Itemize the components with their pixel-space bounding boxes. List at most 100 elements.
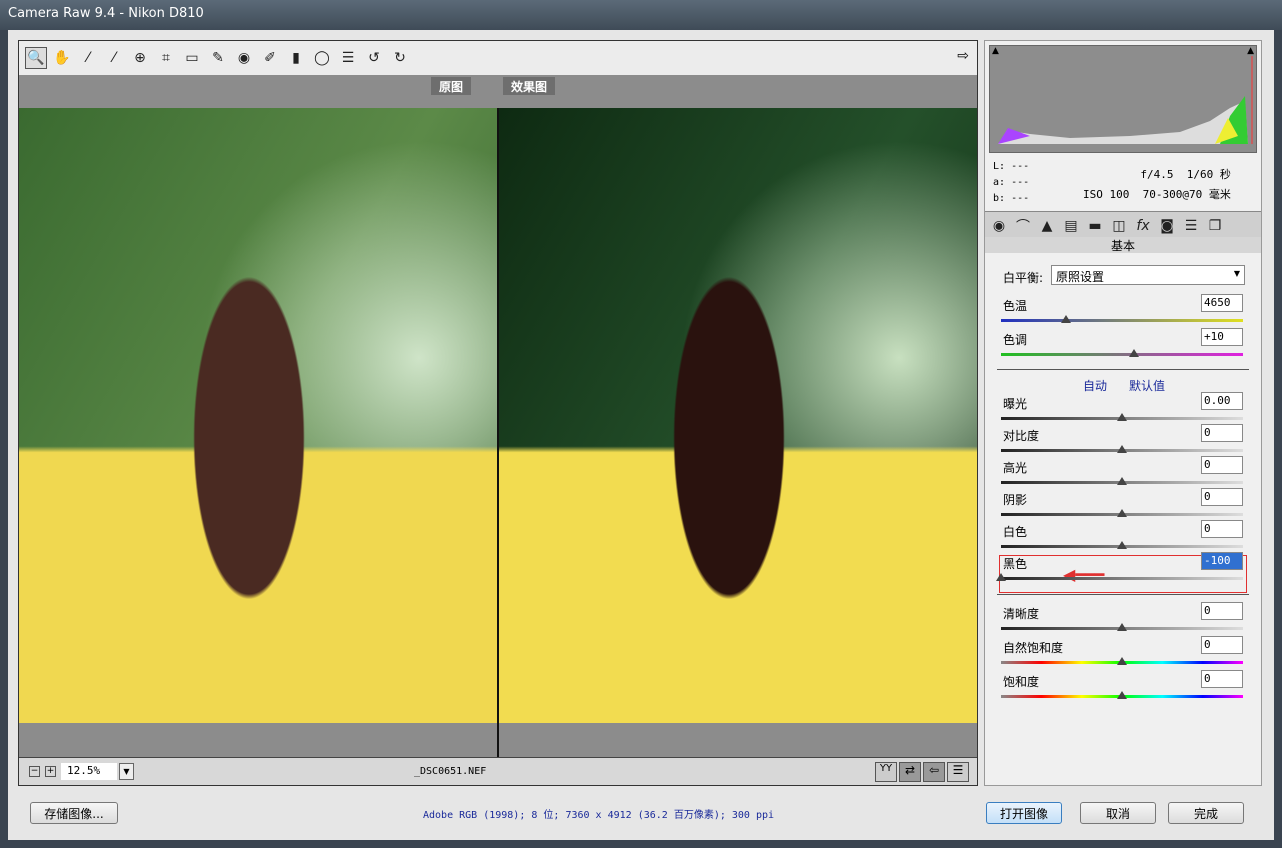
tab-snapshots-icon[interactable]: ❐ [1204, 215, 1226, 237]
slider-value-input[interactable]: 0.00 [1201, 392, 1243, 410]
targeted-adjust-icon[interactable]: ⊕ [129, 47, 151, 69]
save-image-button[interactable]: 存储图像... [30, 802, 118, 824]
slider-value-input[interactable]: 0 [1201, 602, 1243, 620]
slider-value-input[interactable]: 0 [1201, 636, 1243, 654]
slider-label: 白色 [1003, 525, 1028, 539]
slider-value-input[interactable]: 0 [1201, 670, 1243, 688]
slider-thumb[interactable] [1117, 509, 1127, 517]
tab-hsl-icon[interactable]: ▤ [1060, 215, 1082, 237]
tab-tone-curve-icon[interactable]: ⌒ [1012, 215, 1034, 237]
slider-value-input[interactable]: 0 [1201, 456, 1243, 474]
slider-track[interactable] [1001, 577, 1243, 580]
before-label: 原图 [431, 77, 472, 95]
wb-label: 白平衡: [1003, 271, 1044, 285]
rotate-right-icon[interactable]: ↻ [389, 47, 411, 69]
slider-value-input[interactable]: 4650 [1201, 294, 1243, 312]
slider-thumb[interactable] [1117, 445, 1127, 453]
slider-thumb[interactable] [1061, 315, 1072, 323]
after-label: 效果图 [503, 77, 556, 95]
slider-1: 色调 +10 [1001, 328, 1243, 361]
slider-value-input[interactable]: +10 [1201, 328, 1243, 346]
slider-thumb[interactable] [1117, 477, 1127, 485]
slider-label: 黑色 [1003, 557, 1028, 571]
highlight-clipping-icon[interactable]: ▲ [1247, 46, 1254, 56]
open-image-button[interactable]: 打开图像 [986, 802, 1062, 824]
straighten-icon[interactable]: ▭ [181, 47, 203, 69]
shadow-clipping-icon[interactable]: ▲ [992, 46, 999, 56]
zoom-icon[interactable]: 🔍 [25, 47, 47, 69]
rotate-left-icon[interactable]: ↺ [363, 47, 385, 69]
slider-value-input[interactable]: 0 [1201, 488, 1243, 506]
wb-dropdown[interactable]: 原照设置 ▼ [1051, 265, 1245, 285]
swap-icon[interactable]: ⇄ [899, 762, 921, 782]
lab-b-value: --- [1011, 193, 1030, 204]
slider-8: 清晰度 0 [1001, 602, 1243, 635]
tab-camera-calibration-icon[interactable]: ◙ [1156, 215, 1178, 237]
slider-3: 对比度 0 [1001, 424, 1243, 457]
filename: _DSC0651.NEF [414, 766, 487, 777]
hand-icon[interactable]: ✋ [51, 47, 73, 69]
lens: 70-300@70 毫米 [1142, 188, 1231, 201]
default-link[interactable]: 默认值 [1129, 377, 1165, 394]
before-image [19, 108, 497, 723]
red-eye-icon[interactable]: ◉ [233, 47, 255, 69]
slider-label: 对比度 [1003, 429, 1040, 443]
slider-thumb[interactable] [1117, 413, 1127, 421]
color-sampler-icon[interactable]: ⁄ [103, 47, 125, 69]
slider-value-input[interactable]: 0 [1201, 424, 1243, 442]
toggle-settings-icon[interactable]: ☰ [947, 762, 969, 782]
zoom-dropdown-icon[interactable]: ▼ [119, 763, 134, 780]
zoom-level[interactable]: 12.5% [61, 763, 117, 780]
status-bar: − + 12.5% ▼ _DSC0651.NEF YY ⇄ ⇦ ☰ [19, 757, 977, 785]
tab-effects-icon[interactable]: fx [1132, 215, 1154, 237]
histogram: ▲ ▲ [989, 45, 1257, 153]
slider-thumb[interactable] [1117, 691, 1127, 699]
slider-thumb[interactable] [1129, 349, 1140, 357]
tab-basic-icon[interactable]: ◉ [988, 215, 1010, 237]
panel-title: 基本 [985, 237, 1261, 253]
slider-thumb[interactable] [1117, 623, 1127, 631]
iso: ISO 100 [1083, 188, 1130, 201]
radial-filter-icon[interactable]: ◯ [311, 47, 333, 69]
adjustment-brush-icon[interactable]: ✐ [259, 47, 281, 69]
slider-label: 饱和度 [1003, 675, 1040, 689]
copy-settings-icon[interactable]: ⇦ [923, 762, 945, 782]
slider-track[interactable] [1001, 353, 1243, 356]
slider-label: 自然饱和度 [1003, 641, 1064, 655]
tab-lens-icon[interactable]: ◫ [1108, 215, 1130, 237]
wb-value: 原照设置 [1056, 270, 1105, 284]
right-panel: ▲ ▲ L: --- a: --- b: --- f/4.5 1/60 秒 IS… [984, 40, 1262, 786]
graduated-filter-icon[interactable]: ▮ [285, 47, 307, 69]
slider-thumb[interactable] [1117, 541, 1127, 549]
slider-4: 高光 0 [1001, 456, 1243, 489]
aperture: f/4.5 [1140, 168, 1174, 181]
tab-presets-icon[interactable]: ☰ [1180, 215, 1202, 237]
slider-value-input[interactable]: 0 [1201, 520, 1243, 538]
before-after-view-icon[interactable]: YY [875, 762, 897, 782]
slider-5: 阴影 0 [1001, 488, 1243, 521]
panel-tabs: ◉ ⌒ ▲ ▤ ▬ ◫ fx ◙ ☰ ❐ [985, 211, 1261, 237]
tab-split-toning-icon[interactable]: ▬ [1084, 215, 1106, 237]
slider-value-input[interactable]: -100 [1201, 552, 1243, 570]
preferences-icon[interactable]: ☰ [337, 47, 359, 69]
slider-thumb[interactable] [1117, 657, 1127, 665]
slider-label: 色温 [1003, 299, 1028, 313]
done-button[interactable]: 完成 [1168, 802, 1244, 824]
cancel-button[interactable]: 取消 [1080, 802, 1156, 824]
white-balance-icon[interactable]: ⁄ [77, 47, 99, 69]
slider-thumb[interactable] [996, 573, 1006, 581]
slider-track[interactable] [1001, 319, 1243, 322]
zoom-out-button[interactable]: − [29, 766, 40, 777]
lab-l-value: --- [1011, 161, 1030, 172]
crop-icon[interactable]: ⌗ [155, 47, 177, 69]
workflow-options-link[interactable]: Adobe RGB (1998); 8 位; 7360 x 4912 (36.2… [423, 806, 774, 821]
export-icon[interactable]: ⇨ [957, 48, 969, 64]
lab-a-value: --- [1011, 177, 1030, 188]
tab-detail-icon[interactable]: ▲ [1036, 215, 1058, 237]
spot-removal-icon[interactable]: ✎ [207, 47, 229, 69]
zoom-in-button[interactable]: + [45, 766, 56, 777]
preview-area: 🔍 ✋ ⁄ ⁄ ⊕ ⌗ ▭ ✎ ◉ ✐ ▮ ◯ ☰ ↺ ↻ ⇨ 原图 效果图 − + 12.5% ▼ _DS… [18, 40, 978, 786]
slider-label: 清晰度 [1003, 607, 1040, 621]
auto-link[interactable]: 自动 [1083, 377, 1107, 394]
shutter: 1/60 秒 [1186, 168, 1231, 181]
